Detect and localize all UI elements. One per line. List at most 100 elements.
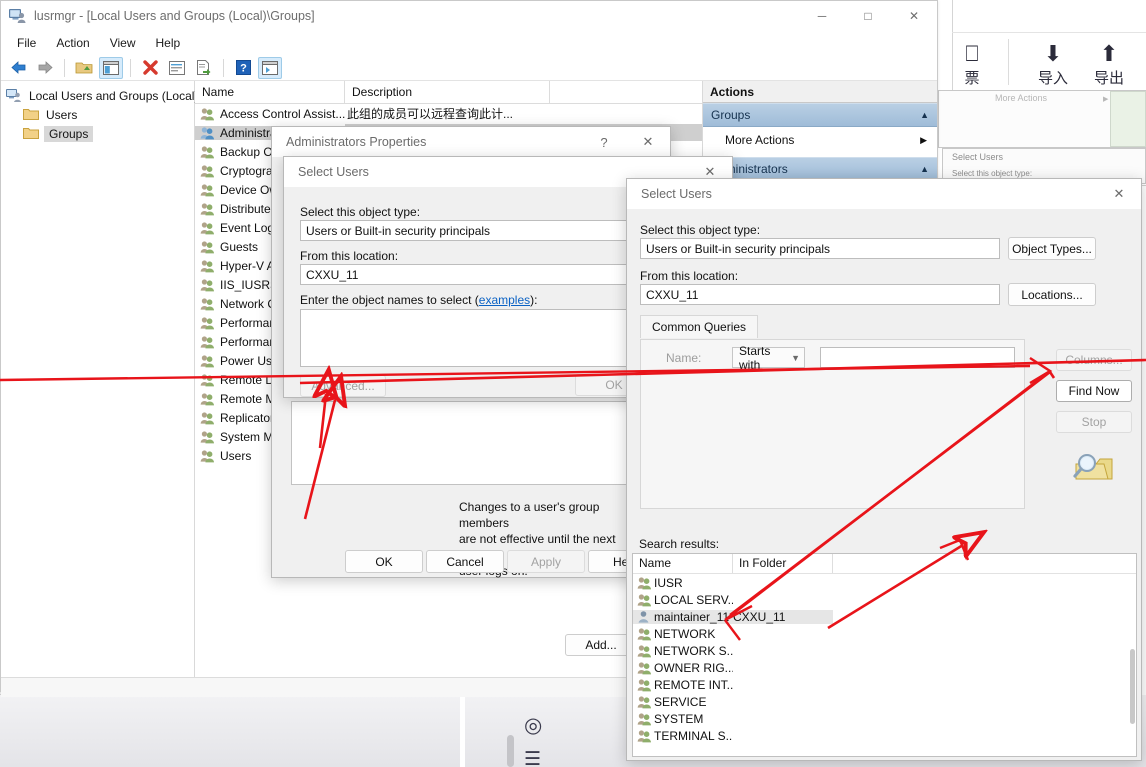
menu-view[interactable]: View: [100, 33, 146, 53]
list-item[interactable]: NETWORK: [633, 625, 1136, 642]
find-now-button[interactable]: Find Now: [1056, 380, 1132, 402]
actions-more-actions-label: More Actions: [725, 133, 795, 147]
properties-ok-button[interactable]: OK: [345, 550, 423, 573]
properties-ok-label: OK: [375, 554, 393, 569]
menu-help[interactable]: Help: [146, 33, 191, 53]
list-item[interactable]: REMOTE INT...: [633, 676, 1136, 693]
front-object-type-field[interactable]: Users or Built-in security principals: [640, 238, 1000, 259]
name-operator-select[interactable]: Starts with ▼: [732, 344, 805, 372]
delete-icon[interactable]: [138, 57, 162, 79]
show-action-pane-icon[interactable]: [258, 56, 282, 79]
close-icon[interactable]: ✕: [1097, 179, 1141, 209]
computer-users-icon: [9, 8, 27, 24]
find-now-label: Find Now: [1068, 384, 1120, 398]
actions-group-section[interactable]: Groups ▲: [703, 103, 937, 127]
columns-button[interactable]: Columns...: [1056, 349, 1132, 371]
object-types-label: Object Types...: [1012, 241, 1092, 256]
select-users-front-title: Select Users: [641, 187, 712, 201]
list-item[interactable]: NETWORK S...: [633, 642, 1136, 659]
properties-cancel-button[interactable]: Cancel: [426, 550, 504, 573]
group-icon: [200, 373, 215, 387]
help-icon[interactable]: ?: [231, 57, 255, 79]
bg-partial-label: 票: [964, 69, 980, 87]
close-icon[interactable]: ✕: [626, 127, 670, 157]
result-name-cell: NETWORK S...: [633, 644, 733, 658]
result-name-label: NETWORK S...: [654, 643, 733, 658]
advanced-button-label: Advanced...: [311, 379, 375, 393]
stop-button[interactable]: Stop: [1056, 411, 1132, 433]
group-icon: [200, 107, 215, 121]
list-item[interactable]: LOCAL SERV...: [633, 591, 1136, 608]
list-item[interactable]: SERVICE: [633, 693, 1136, 710]
column-header-description[interactable]: Description: [345, 81, 550, 103]
back-location-label: From this location:: [300, 249, 399, 263]
menu-file[interactable]: File: [7, 33, 46, 53]
close-button[interactable]: ✕: [891, 1, 937, 31]
ghost-green-panel: [1110, 91, 1146, 147]
back-object-names-label: Enter the object names to select (exampl…: [300, 293, 537, 307]
menu-action[interactable]: Action: [46, 33, 99, 53]
result-name-label: OWNER RIG...: [654, 660, 733, 675]
bottom-gap: [460, 690, 465, 767]
back-arrow-icon[interactable]: [6, 57, 30, 79]
front-location-field[interactable]: CXXU_11: [640, 284, 1000, 305]
list-item[interactable]: OWNER RIG...: [633, 659, 1136, 676]
results-column-in-folder[interactable]: In Folder: [733, 554, 833, 573]
list-item[interactable]: maintainer_11 CXXU_11: [633, 608, 1136, 625]
tree-item-users[interactable]: Users: [1, 105, 194, 124]
help-button[interactable]: ?: [582, 127, 626, 157]
align-icon[interactable]: ☰: [524, 748, 541, 767]
folder-icon: [23, 108, 39, 121]
group-icon: [200, 392, 215, 406]
members-listbox[interactable]: [291, 401, 653, 485]
search-results-listview[interactable]: Name In Folder IUSR LOCAL SERV... maintain…: [632, 553, 1137, 757]
properties-apply-button[interactable]: Apply: [507, 550, 585, 573]
front-location-value: CXXU_11: [646, 287, 699, 302]
back-object-type-label: Select this object type:: [300, 205, 421, 219]
show-hide-tree-icon[interactable]: [99, 56, 123, 79]
group-icon: [200, 278, 215, 292]
tree-item-groups[interactable]: Groups: [1, 124, 194, 143]
list-item[interactable]: SYSTEM: [633, 710, 1136, 727]
properties-icon[interactable]: [165, 57, 189, 79]
maximize-button[interactable]: □: [845, 1, 891, 31]
tree-root-item[interactable]: Local Users and Groups (Local): [1, 86, 198, 105]
ghost-object-type-label: Select this object type:: [952, 169, 1033, 178]
group-name-label: Users: [220, 448, 252, 463]
vertical-scroll-thumb[interactable]: [507, 735, 514, 767]
name-filter-input[interactable]: [820, 347, 1015, 368]
group-icon: [200, 259, 215, 273]
tree-item-groups-label: Groups: [44, 125, 94, 142]
list-item[interactable]: TERMINAL S...: [633, 727, 1136, 744]
up-folder-icon[interactable]: [72, 57, 96, 79]
computer-icon: [6, 88, 22, 103]
column-header-name[interactable]: Name: [195, 81, 345, 103]
results-column-name[interactable]: Name: [633, 554, 733, 573]
export-list-icon[interactable]: [192, 57, 216, 79]
group-icon: [637, 576, 651, 590]
result-name-label: REMOTE INT...: [654, 677, 733, 692]
actions-more-actions[interactable]: More Actions ▶: [703, 127, 937, 153]
select-users-front-titlebar: Select Users ✕: [627, 179, 1141, 209]
advanced-button[interactable]: Advanced...: [300, 375, 386, 397]
folder-icon: [23, 127, 39, 140]
bg-export-tool[interactable]: ⬆ 导出: [1081, 42, 1137, 89]
forward-arrow-icon[interactable]: [33, 57, 57, 79]
object-types-button[interactable]: Object Types...: [1008, 237, 1096, 260]
bg-partial-tool[interactable]: ⎕ 票: [952, 42, 992, 89]
bg-import-tool[interactable]: ⬇ 导入: [1025, 42, 1081, 89]
group-icon: [200, 297, 215, 311]
select-users-front-dialog: Select Users ✕ Select this object type: …: [626, 178, 1142, 761]
locations-button[interactable]: Locations...: [1008, 283, 1096, 306]
results-scroll-thumb[interactable]: [1130, 649, 1135, 724]
group-name-label: IIS_IUSRS: [220, 277, 279, 292]
examples-link[interactable]: examples: [479, 293, 530, 307]
list-item[interactable]: IUSR: [633, 574, 1136, 591]
minimize-button[interactable]: ─: [799, 1, 845, 31]
toolbar-separator-3: [223, 58, 224, 77]
group-icon: [200, 221, 215, 235]
crosshair-icon[interactable]: ◎: [524, 713, 542, 738]
tab-common-queries[interactable]: Common Queries: [640, 315, 759, 338]
table-row[interactable]: Access Control Assist... 此组的成员可以远程查询此计...: [195, 104, 702, 123]
result-name-label: TERMINAL S...: [654, 728, 733, 743]
